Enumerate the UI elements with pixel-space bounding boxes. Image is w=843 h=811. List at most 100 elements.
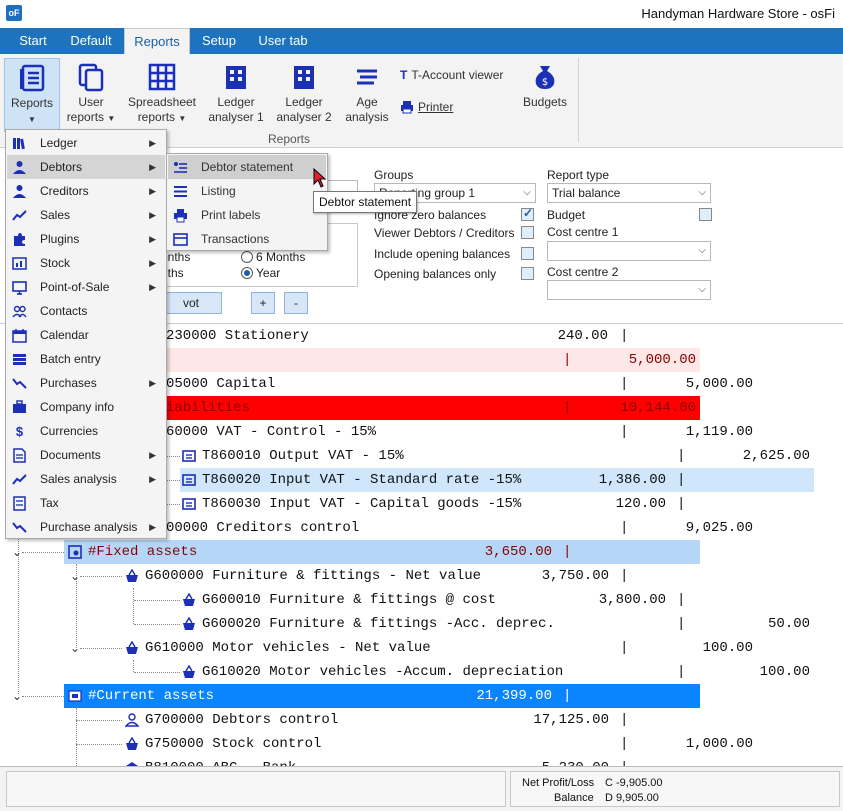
printer-button[interactable]: Printer (400, 100, 453, 114)
statement-icon (174, 162, 187, 173)
row-credit: 50.00 (767, 616, 810, 632)
table-row[interactable]: ⌄ G610000 Motor vehicles - Net value | 1… (0, 636, 843, 660)
menu-item-tax[interactable]: Tax (7, 491, 165, 515)
ledger-analyser-1-button[interactable]: Ledger analyser 1 (206, 58, 266, 125)
submenu-arrow-icon: ▶ (149, 210, 156, 220)
menu-item-sales-analysis[interactable]: Sales analysis ▶ (7, 467, 165, 491)
row-account: G610000 Motor vehicles - Net value (145, 640, 431, 656)
opening-only-checkbox[interactable] (521, 267, 534, 280)
budget-checkbox[interactable] (699, 208, 712, 221)
t-account-viewer-button[interactable]: T T-Account viewer (400, 68, 503, 82)
row-debit: 5,230.00 (520, 756, 609, 766)
tooltip: Debtor statement (313, 191, 418, 213)
submenu-item-listing[interactable]: Listing (168, 179, 326, 203)
age-analysis-button[interactable]: Age analysis (342, 58, 392, 125)
tree-guide-line (76, 744, 122, 745)
include-opening-checkbox[interactable] (521, 247, 534, 260)
table-row[interactable]: B810000 ABC - Bank 5,230.00 | (0, 756, 843, 766)
menu-item-company-info[interactable]: Company info (7, 395, 165, 419)
table-row[interactable]: G750000 Stock control | 1,000.00 (0, 732, 843, 756)
spreadsheet-label-1: Spreadsheet (127, 95, 197, 109)
collapse-chevron-icon[interactable]: ⌄ (12, 684, 22, 708)
report-type-select[interactable]: Trial balance ⌵ (547, 183, 711, 203)
menu-item-currencies[interactable]: $ Currencies (7, 419, 165, 443)
viewer-checkbox[interactable] (521, 226, 534, 239)
table-row[interactable]: G700000 Debtors control 17,125.00 | (0, 708, 843, 732)
menu-item-label: Documents (40, 448, 101, 462)
table-row-group-current-assets[interactable]: ⌄ #Current assets 21,399.00 | (0, 684, 843, 708)
row-account: #Fixed assets (88, 544, 198, 560)
menu-item-purchases[interactable]: Purchases ▶ (7, 371, 165, 395)
submenu-item-transactions[interactable]: Transactions (168, 227, 326, 251)
tab-reports[interactable]: Reports (124, 28, 190, 54)
row-credit: 5,000.00 (685, 376, 753, 392)
budgets-label: Budgets (522, 95, 568, 109)
collapse-chevron-icon[interactable]: ⌄ (70, 636, 80, 660)
tab-user-tab[interactable]: User tab (250, 28, 316, 54)
pivot-button[interactable]: vot (160, 292, 222, 314)
menu-item-ledger[interactable]: Ledger ▶ (7, 131, 165, 155)
submenu-item-debtor-statement[interactable]: Debtor statement (168, 155, 326, 179)
tab-setup[interactable]: Setup (194, 28, 244, 54)
menu-item-plugins[interactable]: Plugins ▶ (7, 227, 165, 251)
ignore-zero-checkbox[interactable] (521, 206, 534, 221)
six-months-label: 6 Months (256, 250, 306, 264)
table-row[interactable]: ⌄ G600000 Furniture & fittings - Net val… (0, 564, 843, 588)
submenu-arrow-icon: ▶ (149, 186, 156, 196)
row-credit: 1,000.00 (685, 736, 753, 752)
budget-label: Budget (547, 208, 586, 222)
budgets-button[interactable]: $ Budgets (518, 58, 572, 110)
year-radio[interactable]: Year (241, 266, 280, 280)
report-type-label: Report type (547, 168, 610, 182)
menu-item-point-of-sale[interactable]: Point-of-Sale ▶ (7, 275, 165, 299)
menu-item-label: Tax (40, 496, 59, 510)
tab-default[interactable]: Default (62, 28, 120, 54)
ledger-analyser-2-button[interactable]: Ledger analyser 2 (274, 58, 334, 125)
spreadsheet-reports-button[interactable]: Spreadsheet reports ▼ (126, 58, 198, 126)
row-credit: 10,144.00 (620, 400, 696, 416)
cost-centre-2-select[interactable]: ⌵ (547, 280, 711, 300)
table-row[interactable]: G600010 Furniture & fittings @ cost 3,80… (0, 588, 843, 612)
row-account: 60000 VAT - Control - 15% (166, 424, 377, 440)
menu-item-calendar[interactable]: Calendar (7, 323, 165, 347)
tree-guide-line (22, 552, 64, 553)
row-credit: 100.00 (759, 664, 810, 680)
year-label: Year (256, 266, 281, 280)
menu-item-label: Sales (40, 208, 71, 222)
table-row-group-fixed-assets[interactable]: ⌄ #Fixed assets 3,650.00 | (0, 540, 843, 564)
menu-item-batch-entry[interactable]: Batch entry (7, 347, 165, 371)
expand-all-button[interactable]: + (251, 292, 275, 314)
ledger2-label-2: analyser 2 (276, 110, 332, 124)
dollar-icon: $ (15, 424, 24, 439)
stock-icon (12, 257, 27, 270)
menu-item-contacts[interactable]: Contacts (7, 299, 165, 323)
reports-button[interactable]: Reports ▼ (4, 58, 60, 132)
row-account: G600000 Furniture & fittings - Net value (145, 568, 482, 584)
menu-item-purchase-analysis[interactable]: Purchase analysis ▶ (7, 515, 165, 539)
row-separator: | (563, 352, 572, 368)
submenu-item-print-labels[interactable]: Print labels (168, 203, 326, 227)
submenu-item-label: Print labels (201, 208, 261, 222)
menu-item-label: Calendar (40, 328, 89, 342)
six-months-radio[interactable]: 6 Months (241, 250, 305, 264)
books-icon (13, 138, 25, 150)
row-account: 05000 Capital (166, 376, 276, 392)
submenu-item-label: Listing (201, 184, 236, 198)
row-separator: | (677, 448, 686, 464)
table-row[interactable]: G610020 Motor vehicles -Accum. depreciat… (0, 660, 843, 684)
menu-item-stock[interactable]: Stock ▶ (7, 251, 165, 275)
menu-item-documents[interactable]: Documents ▶ (7, 443, 165, 467)
tab-start[interactable]: Start (8, 28, 58, 54)
menu-item-sales[interactable]: Sales ▶ (7, 203, 165, 227)
table-row[interactable]: G600020 Furniture & fittings -Acc. depre… (0, 612, 843, 636)
menu-item-label: Plugins (40, 232, 80, 246)
user-reports-button[interactable]: User reports ▼ (66, 58, 116, 126)
collapse-all-button[interactable]: - (284, 292, 308, 314)
row-debit: 17,125.00 (533, 712, 609, 728)
monitor-icon (12, 281, 27, 295)
cost-centre-1-select[interactable]: ⌵ (547, 241, 711, 261)
collapse-chevron-icon[interactable]: ⌄ (70, 564, 80, 588)
menu-item-debtors[interactable]: Debtors ▶ (7, 155, 165, 179)
collapse-chevron-icon[interactable]: ⌄ (12, 540, 22, 564)
menu-item-creditors[interactable]: Creditors ▶ (7, 179, 165, 203)
